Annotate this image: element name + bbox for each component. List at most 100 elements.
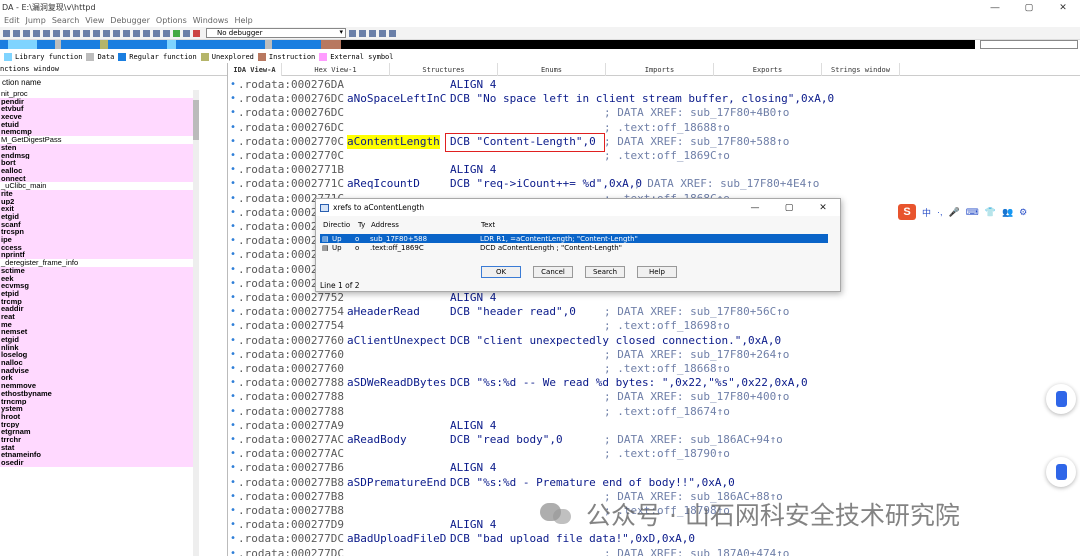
function-list-item[interactable]: ealloc: [0, 166, 195, 175]
graph-overview-icon[interactable]: [369, 29, 376, 37]
function-list-item[interactable]: trcmp: [0, 297, 195, 306]
listing-comment[interactable]: ; DATA XREF: sub_17F80+264↑o: [604, 348, 789, 362]
listing-line[interactable]: • .rodata:0002770C aContentLength DCB "Cont…: [228, 134, 1080, 149]
function-list-item[interactable]: scanf: [0, 220, 195, 229]
save-icon[interactable]: [33, 29, 40, 37]
cancel-button[interactable]: Cancel: [533, 266, 573, 278]
listing-line[interactable]: • .rodata:00027760 aClientUnexpect DCB "cli…: [228, 334, 1080, 348]
skin-icon[interactable]: 👕: [985, 207, 996, 218]
menu-debugger[interactable]: Debugger: [110, 16, 150, 25]
listing-line[interactable]: • .rodata:0002771B ALIGN 4: [228, 163, 1080, 177]
listing-label[interactable]: aSDWeReadDBytes: [347, 376, 446, 390]
maximize-button[interactable]: ▢: [1012, 0, 1046, 14]
listing-comment[interactable]: ; DATA XREF: sub_187A0+474↑o: [604, 547, 789, 556]
function-list-item[interactable]: nlink: [0, 343, 195, 352]
function-list-item[interactable]: me: [0, 320, 195, 329]
proximity-icon[interactable]: [379, 29, 386, 37]
attach-icon[interactable]: [359, 29, 366, 37]
listing-line[interactable]: • .rodata:000277AC ; .text:off_18790↑o: [228, 447, 1080, 461]
back-icon[interactable]: [3, 29, 10, 37]
function-list-item[interactable]: etuid: [0, 120, 195, 129]
code-icon[interactable]: [53, 29, 60, 37]
function-list-item[interactable]: pendir: [0, 97, 195, 106]
dialog-maximize-button[interactable]: ▢: [772, 199, 806, 216]
debugger-options-icon[interactable]: [349, 29, 356, 37]
functions-scrollbar[interactable]: [193, 90, 199, 556]
menu-jump[interactable]: Jump: [26, 16, 46, 25]
listing-comment[interactable]: ; .text:off_18790↑o: [604, 447, 730, 461]
function-list-item[interactable]: xecve: [0, 113, 195, 121]
function-list-item[interactable]: trcpy: [0, 420, 195, 429]
keyboard-icon[interactable]: ⌨: [966, 207, 979, 218]
listing-line[interactable]: • .rodata:0002770C ; .text:off_1869C↑o: [228, 149, 1080, 163]
listing-line[interactable]: • .rodata:00027788 ; .text:off_18674↑o: [228, 405, 1080, 419]
tab-enums[interactable]: Enums: [498, 63, 606, 76]
function-list-item[interactable]: nadvise: [0, 366, 195, 375]
menu-view[interactable]: View: [85, 16, 104, 25]
listing-line[interactable]: • .rodata:000276DC ; .text:off_18688↑o: [228, 121, 1080, 135]
menu-windows[interactable]: Windows: [193, 16, 229, 25]
forward-icon[interactable]: [13, 29, 20, 37]
listing-line[interactable]: • .rodata:000277DC ; DATA XREF: sub_187A0+…: [228, 547, 1080, 556]
listing-comment[interactable]: ; .text:off_18698↑o: [604, 319, 730, 333]
function-list-item[interactable]: eek: [0, 274, 195, 283]
column-address[interactable]: Address: [371, 221, 399, 229]
function-list-item[interactable]: nit_proc: [0, 90, 195, 98]
listing-label[interactable]: aReqIcountD: [347, 177, 420, 191]
listing-line[interactable]: • .rodata:00027760 ; DATA XREF: sub_17F80+…: [228, 348, 1080, 362]
settings-icon[interactable]: ⚙: [1019, 207, 1027, 218]
listing-line[interactable]: • .rodata:000277AC aReadBody DCB "read body…: [228, 433, 1080, 447]
menu-edit[interactable]: Edit: [4, 16, 20, 25]
listing-label[interactable]: aContentLength: [347, 134, 440, 149]
string-icon[interactable]: [73, 29, 80, 37]
floating-assistant-button[interactable]: [1046, 384, 1076, 414]
hex-icon[interactable]: [133, 29, 140, 37]
pseudocode-icon[interactable]: [389, 29, 396, 37]
help-button[interactable]: Help: [637, 266, 677, 278]
function-list-item[interactable]: nemcmp: [0, 128, 195, 137]
function-list-item[interactable]: onnect: [0, 174, 195, 183]
xrefs-dialog-titlebar[interactable]: xrefs to aContentLength — ▢ ✕: [316, 199, 840, 216]
ime-chinese-mode[interactable]: 中: [922, 206, 931, 219]
function-list-item[interactable]: trncmp: [0, 397, 195, 406]
function-list-item[interactable]: ork: [0, 374, 195, 383]
function-list-item[interactable]: nemmove: [0, 382, 195, 390]
listing-label[interactable]: aBadUploadFileD: [347, 532, 446, 546]
listing-line[interactable]: • .rodata:000277B8 aSDPrematureEnd DCB "%s:…: [228, 476, 1080, 490]
stop-icon[interactable]: [193, 29, 200, 37]
listing-comment[interactable]: ; DATA XREF: sub_17F80+588↑o: [604, 135, 789, 149]
search-button[interactable]: Search: [585, 266, 625, 278]
enum-icon[interactable]: [123, 29, 130, 37]
tab-strings-window[interactable]: Strings window: [822, 63, 900, 76]
debugger-select[interactable]: No debugger: [206, 28, 346, 38]
dialog-close-button[interactable]: ✕: [806, 199, 840, 216]
function-list-item[interactable]: M_GetDigestPass: [0, 136, 195, 144]
column-type[interactable]: Ty: [358, 221, 365, 229]
function-list-item[interactable]: ipe: [0, 236, 195, 244]
listing-label[interactable]: aClientUnexpect: [347, 334, 446, 348]
tab-imports[interactable]: Imports: [606, 63, 714, 76]
ime-punctuation[interactable]: ·,: [937, 207, 943, 217]
nav-icon[interactable]: [43, 29, 50, 37]
listing-line[interactable]: • .rodata:000276DA ALIGN 4: [228, 78, 1080, 92]
text-icon[interactable]: [143, 29, 150, 37]
dialog-minimize-button[interactable]: —: [738, 199, 772, 216]
listing-comment[interactable]: ; DATA XREF: sub_17F80+4E4↑o: [634, 177, 819, 191]
function-list-item[interactable]: hroot: [0, 412, 195, 421]
menu-options[interactable]: Options: [156, 16, 187, 25]
listing-line[interactable]: • .rodata:000276DC ; DATA XREF: sub_17F80+…: [228, 106, 1080, 120]
listing-comment[interactable]: ; DATA XREF: sub_17F80+4B0↑o: [604, 106, 789, 120]
function-list-item[interactable]: loselog: [0, 351, 195, 360]
function-list-item[interactable]: etgid: [0, 213, 195, 221]
xref-row[interactable]: ▤ Up o .text:off_1869C DCD aContentLengt…: [320, 243, 828, 252]
function-list-item[interactable]: rite: [0, 189, 195, 198]
listing-line[interactable]: • .rodata:00027788 aSDWeReadDBytes DCB "%s:…: [228, 376, 1080, 390]
function-list-item[interactable]: trrchr: [0, 435, 195, 444]
run-icon[interactable]: [173, 29, 180, 37]
function-list-item[interactable]: etnameinfo: [0, 451, 195, 459]
function-list-item[interactable]: trcspn: [0, 228, 195, 237]
function-icon[interactable]: [103, 29, 110, 37]
floating-assistant-button-2[interactable]: [1046, 457, 1076, 487]
listing-line[interactable]: • .rodata:00027754 ; .text:off_18698↑o: [228, 319, 1080, 333]
column-direction[interactable]: Directio: [323, 221, 350, 229]
